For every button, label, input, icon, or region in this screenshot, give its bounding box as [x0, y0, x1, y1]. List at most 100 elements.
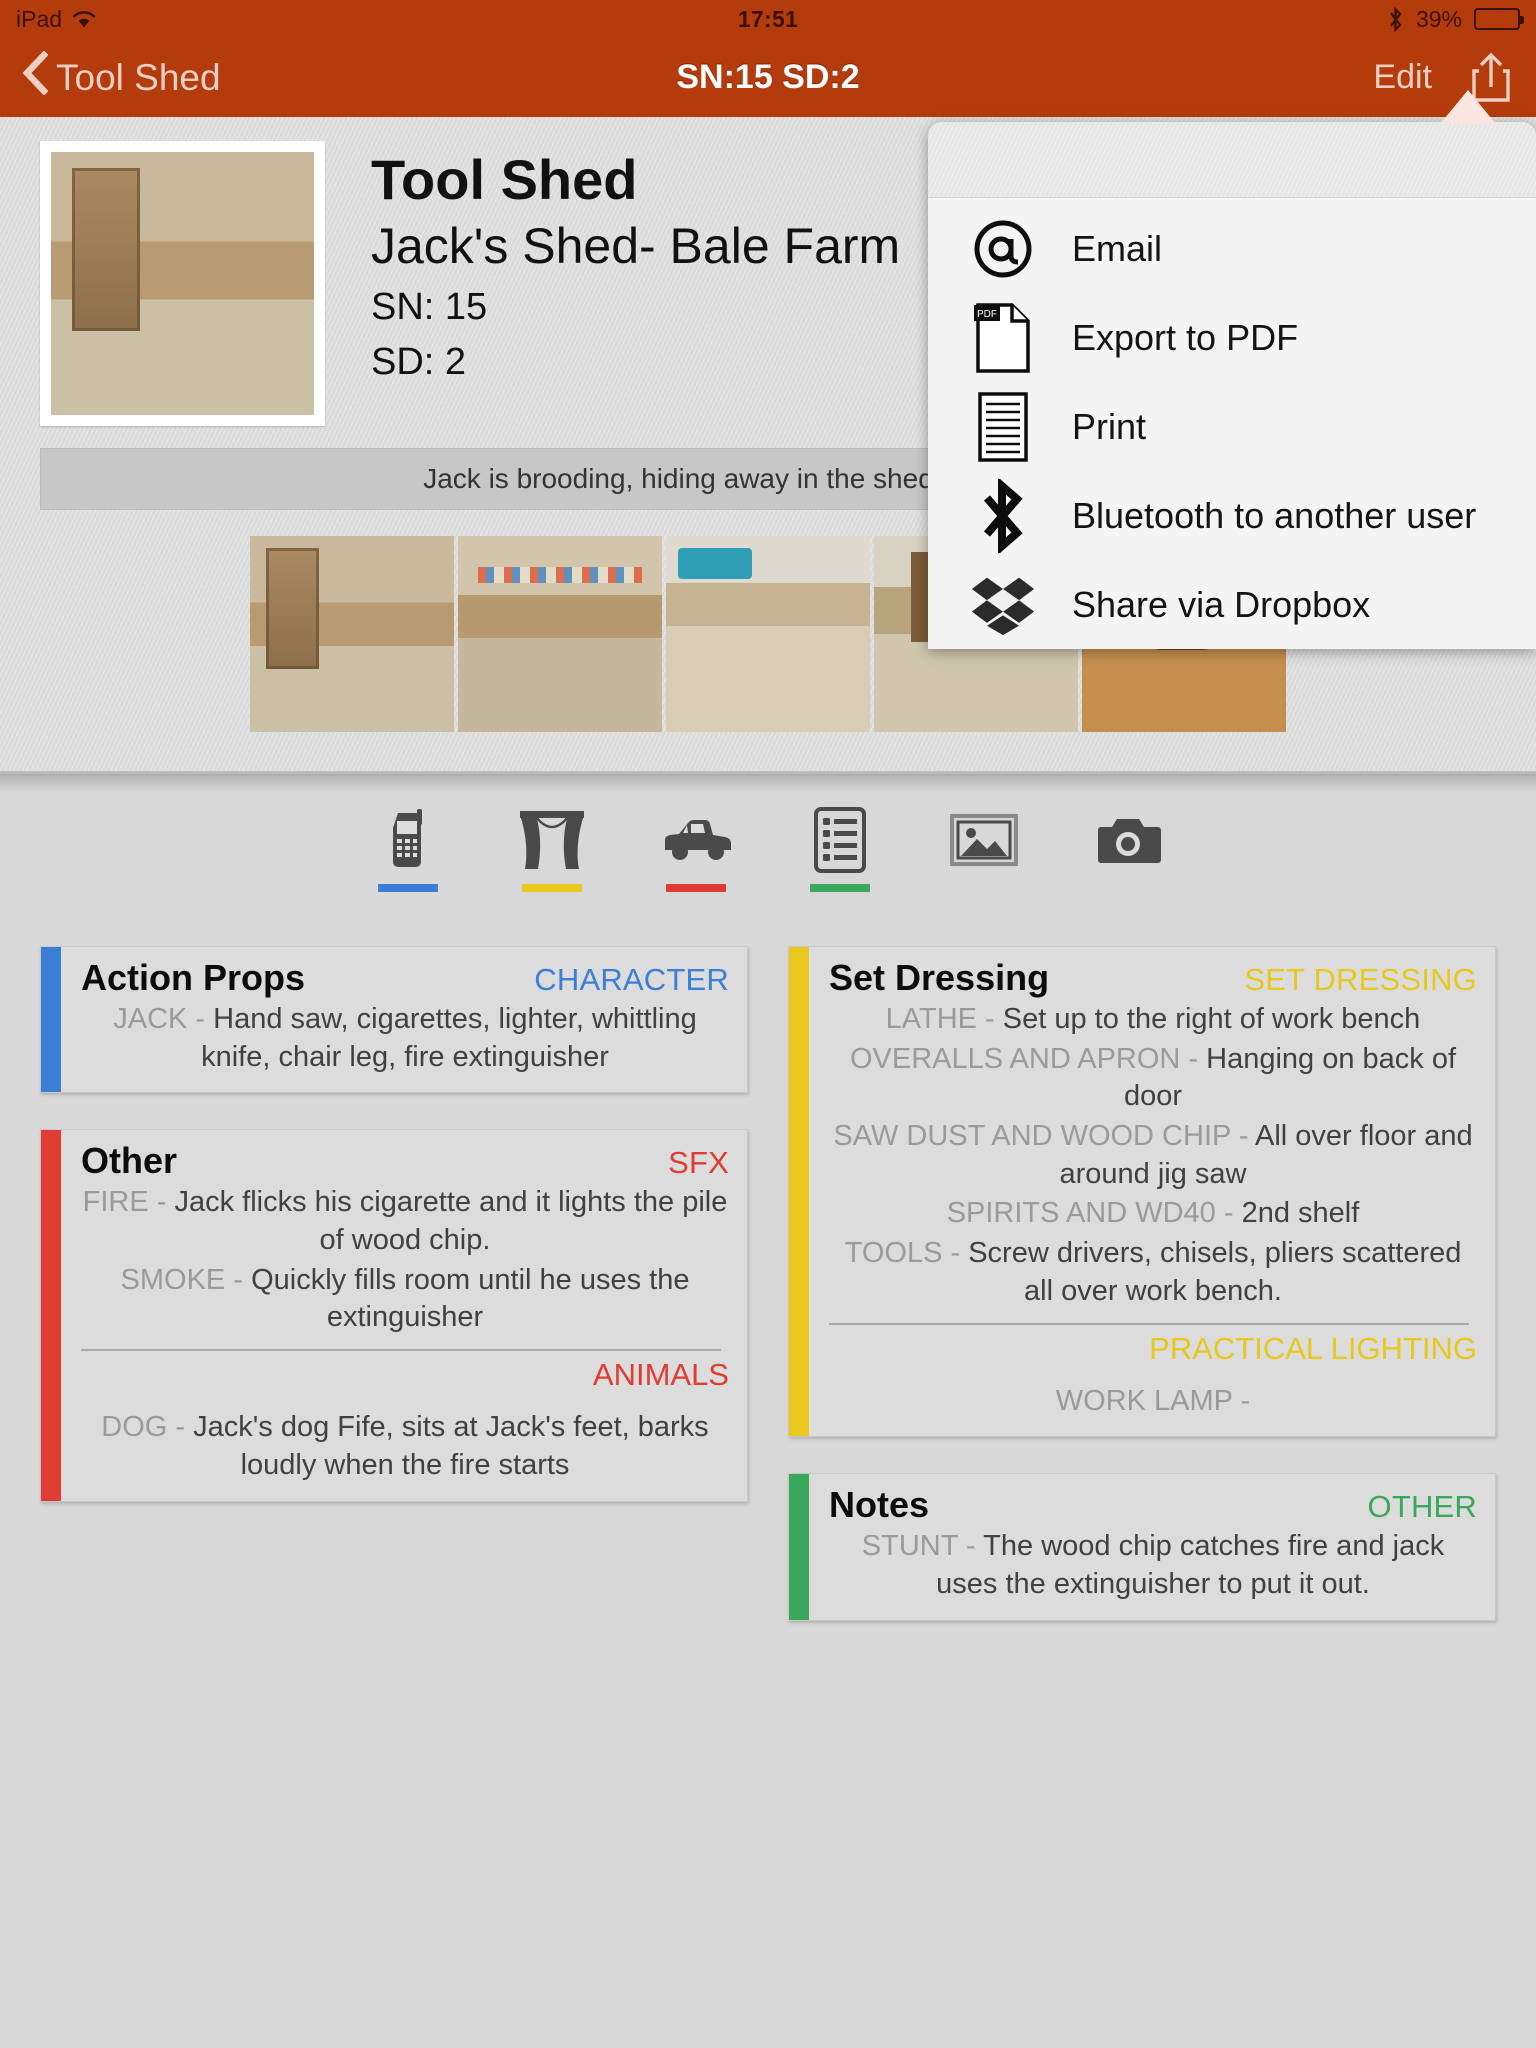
detail-dash: - [1215, 1197, 1242, 1230]
menu-item-label: Export to PDF [1072, 316, 1299, 358]
detail-key: SAW DUST AND WOOD CHIP [833, 1120, 1231, 1153]
card-detail-row: STUNT - The wood chip catches fire and j… [829, 1528, 1477, 1603]
stage-curtain-icon [516, 804, 588, 876]
detail-value: The wood chip catches fire and jack uses… [936, 1530, 1445, 1600]
hero-photo-frame[interactable] [40, 141, 325, 426]
menu-item-label: Bluetooth to another user [1072, 494, 1477, 536]
menu-item-export-pdf[interactable]: PDF Export to PDF [928, 293, 1536, 382]
card-detail-row: OVERALLS AND APRON - Hanging on back of … [829, 1041, 1477, 1116]
chevron-left-icon [22, 50, 49, 104]
card-separator [81, 1349, 721, 1352]
navigation-bar: Tool Shed SN:15 SD:2 Edit [0, 38, 1536, 117]
tab-underline-vehicles [666, 884, 726, 892]
scene-title: Tool Shed [371, 148, 638, 211]
card-title: Notes [829, 1484, 930, 1526]
menu-item-email[interactable]: Email [928, 204, 1536, 293]
detail-dash: - [1232, 1384, 1251, 1417]
category-tab-bar [0, 792, 1536, 914]
card-detail-row: FIRE - Jack flicks his cigarette and it … [81, 1184, 729, 1259]
card-accent-stripe [41, 947, 61, 1093]
detail-key: DOG [101, 1411, 168, 1444]
card-detail-row: SAW DUST AND WOOD CHIP - All over floor … [829, 1118, 1477, 1193]
menu-item-bluetooth[interactable]: Bluetooth to another user [928, 471, 1536, 560]
battery-percent: 39% [1415, 5, 1462, 32]
back-button-label: Tool Shed [56, 56, 221, 98]
menu-item-label: Share via Dropbox [1072, 583, 1371, 625]
detail-dash: - [167, 1411, 194, 1444]
tab-underline-set [522, 884, 582, 892]
card-accent-stripe [41, 1130, 61, 1501]
card-accent-stripe [789, 947, 809, 1437]
scene-subtitle: Jack's Shed- Bale Farm [371, 217, 901, 274]
cards-column-left: Action Props CHARACTER JACK - Hand saw, ci… [40, 946, 748, 1538]
detail-dash: - [977, 1003, 1003, 1035]
tab-gallery[interactable] [945, 804, 1023, 892]
card-title: Action Props [81, 957, 306, 998]
menu-item-label: Email [1072, 227, 1163, 269]
panel-shadow [0, 776, 1536, 792]
thumb-hand-tools[interactable] [666, 536, 870, 732]
scene-number: SN: 15 [371, 285, 488, 328]
popover-menu-list: Email PDF Export to PDF Print Bluetooth to a… [928, 198, 1536, 649]
card-category-tag: CHARACTER [534, 962, 729, 997]
card-notes[interactable]: Notes OTHER STUNT - The wood chip catches … [788, 1473, 1496, 1621]
detail-key: LATHE [885, 1003, 977, 1035]
detail-value: Hand saw, cigarettes, lighter, whittling… [201, 1003, 697, 1073]
tab-vehicles[interactable] [657, 804, 735, 892]
detail-value: Quickly fills room until he uses the ext… [251, 1263, 690, 1334]
card-category-tag: OTHER [1367, 1489, 1477, 1525]
card-set-dressing[interactable]: Set Dressing SET DRESSING LATHE - Set up t… [788, 946, 1496, 1438]
card-detail-row: JACK - Hand saw, cigarettes, lighter, wh… [81, 1001, 729, 1076]
card-category-tag: ANIMALS [592, 1357, 729, 1393]
detail-key: STUNT [861, 1530, 958, 1563]
card-detail-row: TOOLS - Screw drivers, chisels, pliers s… [829, 1235, 1477, 1310]
popover-header [928, 122, 1536, 198]
card-detail-row: LATHE - Set up to the right of work benc… [829, 1001, 1477, 1039]
tab-set[interactable] [513, 804, 591, 892]
tab-props-list[interactable] [801, 804, 879, 892]
detail-value: Screw drivers, chisels, pliers scattered… [968, 1237, 1462, 1307]
thumb-shelf-tools[interactable] [458, 536, 662, 732]
bluetooth-icon [1387, 6, 1404, 33]
tab-underline-gallery [954, 884, 1014, 892]
tab-camera[interactable] [1089, 804, 1167, 892]
card-header: Notes OTHER [829, 1484, 1477, 1526]
edit-button[interactable]: Edit [1373, 58, 1432, 97]
card-other[interactable]: Other SFX FIRE - Jack flicks his cigarette… [40, 1129, 748, 1502]
detail-dash: - [942, 1237, 969, 1270]
list-icon [813, 804, 867, 876]
tab-underline-props [810, 884, 870, 892]
battery-icon [1474, 8, 1524, 30]
card-separator [829, 1322, 1469, 1325]
back-button[interactable]: Tool Shed [22, 50, 221, 104]
card-category-tag: PRACTICAL LIGHTING [1149, 1330, 1477, 1366]
menu-item-label: Print [1072, 405, 1147, 447]
app-root: iPad 17:51 39% Tool Shed SN:15 SD:2 Edit… [0, 0, 1536, 2048]
car-icon [657, 804, 735, 876]
detail-key: OVERALLS AND APRON [849, 1042, 1181, 1075]
card-action-props[interactable]: Action Props CHARACTER JACK - Hand saw, ci… [40, 946, 748, 1094]
menu-item-print[interactable]: Print [928, 382, 1536, 471]
menu-item-dropbox[interactable]: Share via Dropbox [928, 560, 1536, 649]
mobile-phone-icon [386, 804, 430, 876]
detail-dash: - [1180, 1042, 1207, 1075]
card-header: Set Dressing SET DRESSING [829, 957, 1477, 999]
tab-underline-camera [1098, 884, 1158, 892]
card-detail-row: WORK LAMP - [829, 1383, 1477, 1421]
status-time: 17:51 [737, 5, 799, 32]
page-title: SN:15 SD:2 [676, 58, 860, 96]
status-right: 39% [1387, 5, 1524, 33]
printer-doc-icon [970, 391, 1036, 462]
card-header: Other SFX [81, 1140, 729, 1182]
card-detail-row: SMOKE - Quickly fills room until he uses… [81, 1262, 729, 1337]
detail-key: TOOLS [844, 1237, 943, 1270]
thumb-workbench-lathe[interactable] [250, 536, 454, 732]
detail-value: Jack flicks his cigarette and it lights … [174, 1186, 728, 1257]
detail-dash: - [225, 1263, 252, 1296]
card-title: Other [81, 1140, 178, 1182]
detail-key: SMOKE [120, 1263, 226, 1296]
card-detail-row: DOG - Jack's dog Fife, sits at Jack's fe… [81, 1409, 729, 1484]
tab-cast[interactable] [369, 804, 447, 892]
detail-dash: - [148, 1186, 175, 1219]
dropbox-icon [970, 572, 1036, 638]
